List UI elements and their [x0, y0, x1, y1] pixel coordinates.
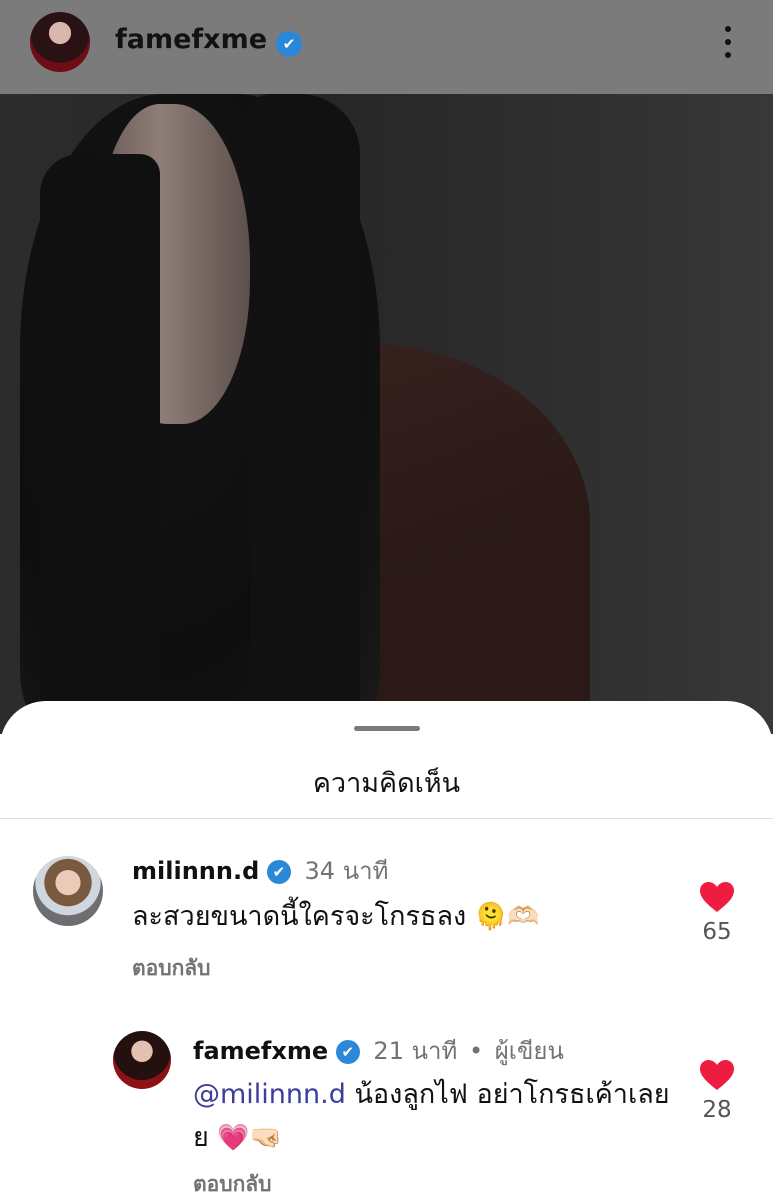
- verified-badge-icon: ✔: [266, 860, 291, 884]
- separator-dot: •: [468, 1037, 484, 1065]
- comment-time: 34 นาที: [304, 857, 389, 885]
- comment-meta: famefxme ✔ 21 นาที • ผู้เขียน: [193, 1031, 564, 1070]
- comment-meta: milinnn.d ✔ 34 นาที: [132, 851, 388, 890]
- comment-time: 21 นาที: [373, 1037, 458, 1065]
- author-label: ผู้เขียน: [494, 1037, 564, 1065]
- comment-text: ละสวยขนาดนี้ใครจะโกรธลง 🫠🫶🏻: [132, 895, 672, 939]
- photo-hair-back-shape: [250, 94, 360, 734]
- like-button[interactable]: 65: [690, 881, 744, 945]
- comment-emojis: 🫠🫶🏻: [474, 902, 540, 932]
- dot-icon: [725, 26, 731, 32]
- dot-icon: [725, 52, 731, 58]
- profile-avatar[interactable]: [30, 12, 90, 72]
- comment-username[interactable]: milinnn.d: [132, 857, 259, 885]
- divider: [0, 818, 773, 819]
- comments-sheet: ความคิดเห็น milinnn.d ✔ 34 นาที ละสวยขนา…: [0, 701, 773, 1200]
- like-button[interactable]: 28: [690, 1059, 744, 1123]
- post-photo: [0, 94, 773, 734]
- commenter-avatar[interactable]: [33, 856, 103, 926]
- more-options-button[interactable]: [710, 22, 746, 62]
- heart-icon[interactable]: [699, 881, 735, 913]
- comment-text: @milinnn.d น้องลูกไฟ อย่าโกรธเค้าเลยย 💗🤜…: [193, 1073, 673, 1160]
- comment-emojis: 💗🤜🏻: [217, 1123, 283, 1153]
- commenter-avatar[interactable]: [113, 1031, 171, 1089]
- heart-icon[interactable]: [699, 1059, 735, 1091]
- sheet-title: ความคิดเห็น: [312, 768, 461, 799]
- reply-button[interactable]: ตอบกลับ: [132, 952, 211, 985]
- post-header: famefxme ✔: [0, 0, 773, 94]
- comment-username[interactable]: famefxme: [193, 1037, 328, 1065]
- reply-button[interactable]: ตอบกลับ: [193, 1168, 272, 1201]
- header-username[interactable]: famefxme: [115, 24, 267, 55]
- comment-body: ละสวยขนาดนี้ใครจะโกรธลง: [132, 901, 467, 932]
- like-count: 28: [702, 1097, 732, 1123]
- photo-hair-front-shape: [40, 154, 160, 734]
- like-count: 65: [702, 919, 732, 945]
- verified-badge-icon: ✔: [335, 1040, 360, 1064]
- verified-badge-icon: ✔: [276, 31, 302, 57]
- sheet-drag-handle[interactable]: [354, 726, 420, 731]
- mention-link[interactable]: @milinnn.d: [193, 1079, 346, 1110]
- dot-icon: [725, 39, 731, 45]
